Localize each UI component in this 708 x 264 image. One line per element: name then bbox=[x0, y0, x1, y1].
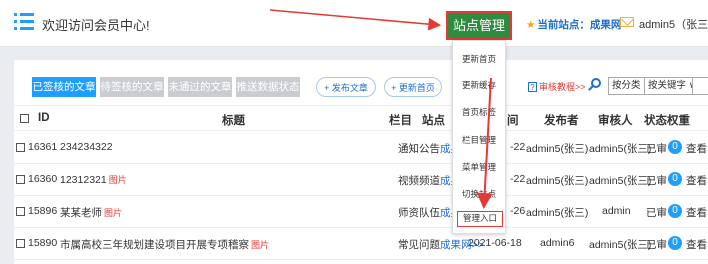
help-link-label: 审核教程>> bbox=[539, 82, 586, 92]
menu-item-admin-entry[interactable]: 管理入口 bbox=[457, 211, 503, 227]
view-link[interactable]: 查看 bbox=[686, 173, 707, 188]
menu-item-update-cache[interactable]: 更新缓存 bbox=[453, 79, 505, 91]
filter-category-button[interactable]: 按分类 bbox=[608, 77, 645, 95]
row-column-text: 视频频道 bbox=[398, 175, 440, 187]
row-reviewer: admin5(张三) bbox=[589, 143, 652, 155]
site-manage-button[interactable]: 站点管理 bbox=[446, 11, 512, 40]
header-site: 站点 bbox=[422, 115, 445, 127]
row-publisher: admin5(张三) bbox=[526, 175, 589, 187]
menu-item-column-manage[interactable]: 栏目管理 bbox=[453, 134, 505, 146]
table-row[interactable]: 15890 市属高校三年规划建设项目开展专项稽察 图片 常见问题成果网>> 202… bbox=[14, 228, 708, 260]
row-status: 已审 bbox=[646, 207, 667, 219]
row-id: 16360 bbox=[28, 173, 58, 185]
menu-item-home-tags[interactable]: 首页标签 bbox=[453, 106, 505, 118]
weight-badge: 0 bbox=[668, 172, 682, 186]
table-row[interactable]: 16360 12312321 图片 视频频道成果 -22 admin5(张三) a… bbox=[14, 164, 708, 196]
row-date: -22 bbox=[510, 173, 526, 185]
image-tag: 图片 bbox=[108, 175, 127, 185]
mail-icon[interactable] bbox=[620, 17, 634, 27]
search-input[interactable] bbox=[692, 77, 708, 95]
row-id: 15890 bbox=[28, 237, 58, 249]
row-checkbox[interactable] bbox=[16, 239, 25, 248]
tab-approved[interactable]: 已签核的文章 bbox=[32, 77, 96, 97]
select-all-checkbox[interactable] bbox=[20, 114, 29, 123]
row-title[interactable]: 市属高校三年规划建设项目开展专项稽察 图片 bbox=[60, 237, 269, 252]
row-column-text: 师资队伍 bbox=[398, 207, 440, 219]
row-publisher: admin5(张三) bbox=[526, 207, 589, 219]
header-time: 间 bbox=[507, 115, 519, 127]
row-reviewer: admin5(张三) bbox=[589, 239, 652, 251]
publish-article-button[interactable]: + 发布文章 bbox=[316, 77, 376, 97]
image-tag: 图片 bbox=[104, 208, 123, 218]
row-id: 16361 bbox=[28, 141, 58, 153]
row-title-text: 12312321 bbox=[60, 174, 107, 186]
row-title-text: 234234322 bbox=[60, 141, 113, 153]
header-publisher: 发布者 bbox=[544, 115, 579, 127]
row-status: 已审 bbox=[646, 143, 667, 155]
row-column-text: 常见问题 bbox=[398, 239, 440, 251]
weight-badge: 0 bbox=[668, 140, 682, 154]
table-header: ID 标题 栏目 站点 间 发布者 审核人 状态权重 bbox=[14, 105, 708, 131]
site-manage-dropdown: 更新首页 更新缓存 首页标签 栏目管理 菜单管理 切换站点 管理入口 bbox=[452, 40, 506, 234]
search-icon[interactable] bbox=[588, 78, 602, 92]
top-header: 欢迎访问会员中心! 站点管理 ★当前站点：成果网 admin5（张三） bbox=[0, 0, 708, 47]
row-date: 2021-06-18 bbox=[468, 237, 522, 249]
update-home-button[interactable]: + 更新首页 bbox=[384, 77, 442, 97]
row-publisher: admin5(张三) bbox=[526, 143, 589, 155]
header-reviewer: 审核人 bbox=[598, 115, 633, 127]
row-checkbox[interactable] bbox=[16, 207, 25, 216]
user-name[interactable]: admin5（张三） bbox=[639, 16, 708, 32]
header-id: ID bbox=[38, 112, 50, 124]
row-checkbox[interactable] bbox=[16, 175, 25, 184]
header-column: 栏目 bbox=[389, 115, 412, 127]
tab-push-status[interactable]: 推送数据状态 bbox=[236, 77, 300, 97]
current-site-value[interactable]: 成果网 bbox=[590, 19, 622, 31]
tab-rejected[interactable]: 未通过的文章 bbox=[168, 77, 232, 97]
current-site-label: 当前站点： bbox=[537, 19, 590, 31]
help-icon: ? bbox=[528, 82, 537, 92]
row-title-text: 市属高校三年规划建设项目开展专项稽察 bbox=[60, 239, 249, 251]
weight-badge: 0 bbox=[668, 204, 682, 218]
row-title[interactable]: 234234322 bbox=[60, 141, 113, 153]
row-date: -22 bbox=[510, 141, 526, 153]
tab-pending[interactable]: 待签核的文章 bbox=[100, 77, 164, 97]
view-link[interactable]: 查看 bbox=[686, 205, 707, 220]
row-reviewer: admin bbox=[602, 205, 631, 217]
row-checkbox[interactable] bbox=[16, 143, 25, 152]
help-link[interactable]: ? 审核教程>> bbox=[528, 80, 586, 93]
row-title[interactable]: 某某老师 图片 bbox=[60, 205, 122, 220]
image-tag: 图片 bbox=[251, 240, 270, 250]
view-link[interactable]: 查看 bbox=[686, 141, 707, 156]
row-status: 已审 bbox=[646, 239, 667, 251]
star-icon: ★ bbox=[526, 19, 536, 31]
welcome-text: 欢迎访问会员中心! bbox=[42, 18, 150, 33]
header-status: 状态权重 bbox=[644, 115, 690, 127]
row-title-text: 某某老师 bbox=[60, 207, 102, 219]
menu-item-menu-manage[interactable]: 菜单管理 bbox=[453, 161, 505, 173]
menu-item-switch-site[interactable]: 切换站点 bbox=[453, 188, 505, 200]
row-title[interactable]: 12312321 图片 bbox=[60, 173, 127, 186]
header-title: 标题 bbox=[222, 115, 245, 127]
article-panel: 已签核的文章 待签核的文章 未通过的文章 推送数据状态 + 发布文章 + 更新首… bbox=[14, 60, 708, 264]
row-id: 15896 bbox=[28, 205, 58, 217]
row-reviewer: admin5(张三) bbox=[589, 175, 652, 187]
row-column-text: 通知公告 bbox=[398, 143, 440, 155]
table-row[interactable]: 15896 某某老师 图片 师资队伍成果 -26 admin5(张三) admin… bbox=[14, 196, 708, 228]
row-publisher: admin6 bbox=[540, 237, 575, 249]
current-site: ★ 当前站点：成果网 bbox=[526, 17, 621, 32]
view-link[interactable]: 查看 bbox=[686, 237, 707, 252]
hamburger-menu-icon[interactable] bbox=[14, 13, 34, 30]
table-row[interactable]: 16361 234234322 通知公告成果 -22 admin5(张三) ad… bbox=[14, 132, 708, 164]
weight-badge: 0 bbox=[668, 236, 682, 250]
row-status: 已审 bbox=[646, 175, 667, 187]
row-date: -26 bbox=[510, 205, 526, 217]
menu-item-update-home[interactable]: 更新首页 bbox=[453, 53, 505, 65]
